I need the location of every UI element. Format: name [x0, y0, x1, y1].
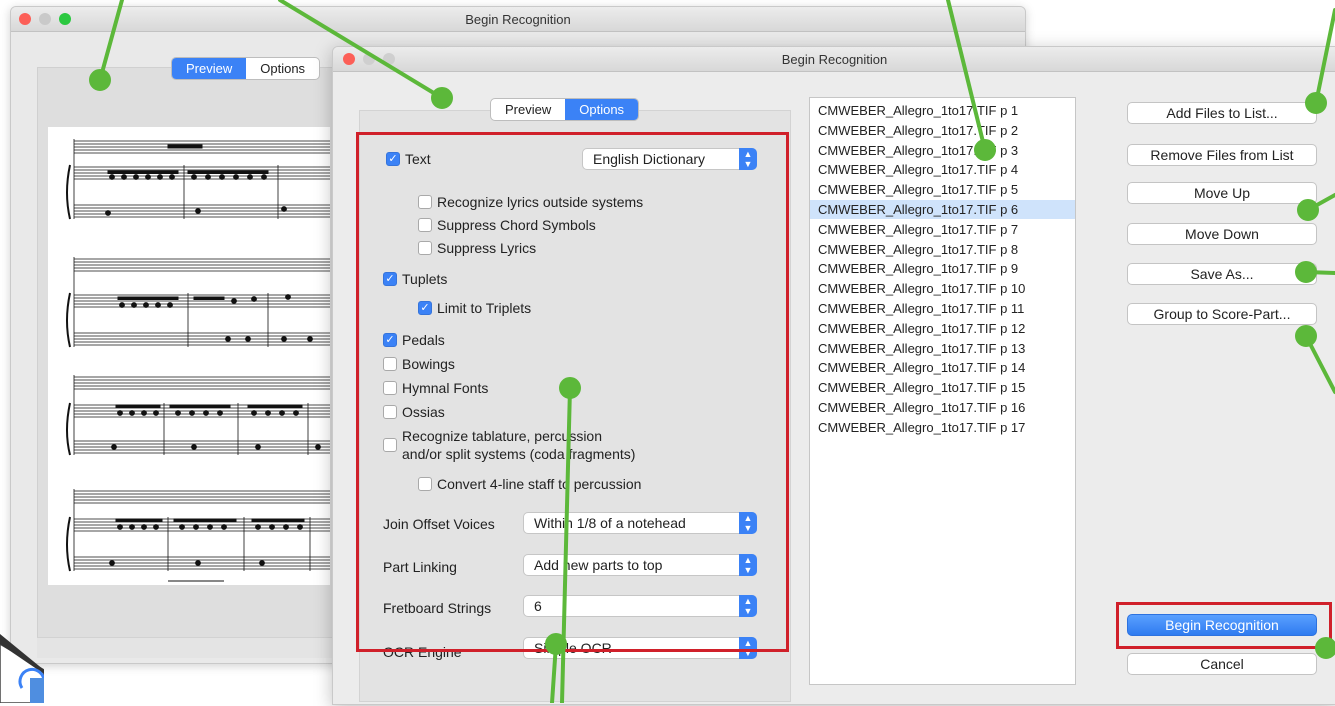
list-item[interactable]: CMWEBER_Allegro_1to17.TIF p 12	[810, 319, 1075, 338]
list-item[interactable]: CMWEBER_Allegro_1to17.TIF p 3	[810, 141, 1075, 160]
save-as-button[interactable]: Save As...	[1127, 263, 1317, 285]
preview-pane-footer	[37, 637, 337, 658]
back-window-titlebar: Begin Recognition	[11, 7, 1025, 32]
front-window-titlebar: Begin Recognition	[333, 47, 1335, 72]
group-score-part-button[interactable]: Group to Score-Part...	[1127, 303, 1317, 325]
cancel-button[interactable]: Cancel	[1127, 653, 1317, 675]
list-item[interactable]: CMWEBER_Allegro_1to17.TIF p 1	[810, 101, 1075, 120]
window-title: Begin Recognition	[781, 52, 888, 67]
list-item[interactable]: CMWEBER_Allegro_1to17.TIF p 17	[810, 418, 1075, 437]
remove-files-button[interactable]: Remove Files from List	[1127, 144, 1317, 166]
score-preview-image	[48, 127, 330, 585]
list-item[interactable]: CMWEBER_Allegro_1to17.TIF p 7	[810, 220, 1075, 239]
list-item[interactable]: CMWEBER_Allegro_1to17.TIF p 9	[810, 259, 1075, 278]
window-title: Begin Recognition	[465, 12, 571, 27]
list-item[interactable]: CMWEBER_Allegro_1to17.TIF p 6	[810, 200, 1075, 219]
preview-options-toggle: Preview Options	[490, 98, 640, 121]
score-image	[66, 139, 330, 582]
list-item[interactable]: CMWEBER_Allegro_1to17.TIF p 2	[810, 121, 1075, 140]
tab-options[interactable]: Options	[246, 58, 319, 79]
file-list[interactable]: CMWEBER_Allegro_1to17.TIF p 1 CMWEBER_All…	[809, 97, 1076, 685]
preview-options-toggle: Preview Options	[171, 57, 321, 80]
front-window: Begin Recognition Preview Options ✓ Text…	[332, 46, 1335, 705]
list-item[interactable]: CMWEBER_Allegro_1to17.TIF p 4	[810, 160, 1075, 179]
tab-options[interactable]: Options	[565, 99, 639, 120]
tab-preview[interactable]: Preview	[491, 99, 565, 120]
list-item[interactable]: CMWEBER_Allegro_1to17.TIF p 11	[810, 299, 1075, 318]
add-files-button[interactable]: Add Files to List...	[1127, 102, 1317, 124]
app-logo-icon	[0, 634, 46, 704]
options-highlight-box	[356, 132, 789, 652]
list-item[interactable]: CMWEBER_Allegro_1to17.TIF p 10	[810, 279, 1075, 298]
list-item[interactable]: CMWEBER_Allegro_1to17.TIF p 8	[810, 240, 1075, 259]
list-item[interactable]: CMWEBER_Allegro_1to17.TIF p 5	[810, 180, 1075, 199]
app-icon	[0, 630, 46, 704]
list-item[interactable]: CMWEBER_Allegro_1to17.TIF p 16	[810, 398, 1075, 417]
list-item[interactable]: CMWEBER_Allegro_1to17.TIF p 15	[810, 378, 1075, 397]
list-item[interactable]: CMWEBER_Allegro_1to17.TIF p 14	[810, 358, 1075, 377]
begin-recognition-button[interactable]: Begin Recognition	[1127, 614, 1317, 636]
tab-preview[interactable]: Preview	[172, 58, 247, 79]
list-item[interactable]: CMWEBER_Allegro_1to17.TIF p 13	[810, 339, 1075, 358]
move-down-button[interactable]: Move Down	[1127, 223, 1317, 245]
move-up-button[interactable]: Move Up	[1127, 182, 1317, 204]
